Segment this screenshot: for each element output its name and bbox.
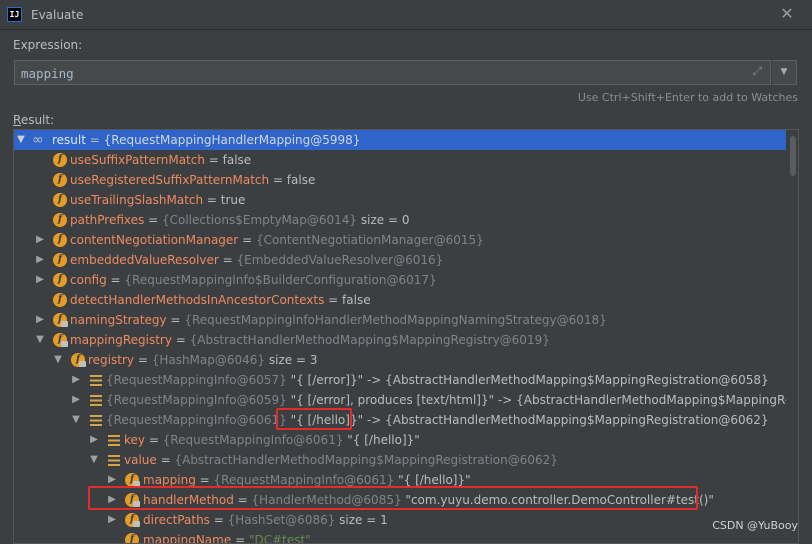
tree-row-field[interactable]: f mappingName = "DC#test" [14,530,786,543]
history-dropdown-button[interactable]: ▼ [772,60,797,85]
field-icon: f [53,273,67,287]
tree-row-field[interactable]: f pathPrefixes = {Collections$EmptyMap@6… [14,210,786,230]
tree-row-map-entry[interactable]: ▶ {RequestMappingInfo@6057} "{ [/error]}… [14,370,786,390]
watermark: CSDN @YuBooy [712,519,798,532]
field-icon: f [53,293,67,307]
tree-row-field[interactable]: ▼ f registry = {HashMap@6046} size = 3 [14,350,786,370]
expression-value[interactable]: mapping [21,66,74,81]
tree-row-field[interactable]: ▼ f mappingRegistry = {AbstractHandlerMe… [14,330,786,350]
chevron-right-icon[interactable]: ▶ [88,430,100,450]
chevron-down-icon[interactable]: ▼ [34,330,46,350]
tree-row-field[interactable]: ▶ f contentNegotiationManager = {Content… [14,230,786,250]
map-entry-icon [90,375,102,386]
tree-row-field[interactable]: ▶ f config = {RequestMappingInfo$Builder… [14,270,786,290]
chevron-right-icon[interactable]: ▶ [34,270,46,290]
tree-row-map-key[interactable]: ▶ key = {RequestMappingInfo@6061} "{ [/h… [14,430,786,450]
field-icon: f [53,313,68,327]
expression-label: Expression: [13,38,83,52]
field-icon: f [53,153,67,167]
tree-row-map-entry[interactable]: ▶ {RequestMappingInfo@6059} "{ [/error],… [14,390,786,410]
chevron-down-icon[interactable]: ▼ [88,450,100,470]
field-icon: f [53,253,67,267]
highlight-box-handler-method [88,486,698,510]
lock-icon [79,361,86,367]
expand-icon[interactable]: ⤢ [752,64,762,79]
close-icon[interactable]: ✕ [777,4,797,24]
field-icon: f [125,513,140,527]
chevron-right-icon[interactable]: ▶ [70,390,82,410]
chevron-right-icon[interactable]: ▶ [34,310,46,330]
scrollbar-thumb[interactable] [790,136,796,176]
intellij-icon: IJ [7,7,22,22]
field-icon: f [71,353,86,367]
chevron-down-icon[interactable]: ▼ [70,410,82,430]
tree-row-result[interactable]: ▼ ∞ result = {RequestMappingHandlerMappi… [14,130,786,150]
tree-scrollbar[interactable] [788,130,798,543]
map-entry-icon [108,455,120,466]
title-bar: IJ Evaluate ✕ [0,0,812,30]
field-icon: f [53,173,67,187]
map-entry-icon [90,395,102,406]
field-icon: f [125,533,139,543]
field-icon: f [53,193,67,207]
result-label: Result: [13,113,55,127]
lock-icon [133,521,140,527]
chevron-right-icon[interactable]: ▶ [34,230,46,250]
tree-row-map-entry[interactable]: ▼ {RequestMappingInfo@6061} "{ [/hello]}… [14,410,786,430]
tree-row-field[interactable]: f useRegisteredSuffixPatternMatch = fals… [14,170,786,190]
window-title: Evaluate [31,8,84,22]
highlight-box-hello-key [276,408,352,430]
expression-input[interactable]: mapping ⤢ [14,60,771,85]
tree-row-field[interactable]: f useSuffixPatternMatch = false [14,150,786,170]
map-entry-icon [108,435,120,446]
object-link-icon: ∞ [32,132,44,148]
field-icon: f [125,473,140,487]
chevron-down-icon[interactable]: ▼ [52,350,64,370]
tree-row-map-value[interactable]: ▼ value = {AbstractHandlerMethodMapping$… [14,450,786,470]
tree-row-field[interactable]: ▶ f namingStrategy = {RequestMappingInfo… [14,310,786,330]
watches-hint: Use Ctrl+Shift+Enter to add to Watches [577,91,798,104]
chevron-down-icon[interactable]: ▼ [15,130,27,150]
chevron-right-icon[interactable]: ▶ [70,370,82,390]
field-icon: f [53,213,67,227]
tree-row-field[interactable]: ▶ f embeddedValueResolver = {EmbeddedVal… [14,250,786,270]
chevron-right-icon[interactable]: ▶ [34,250,46,270]
tree-row-field[interactable]: ▶ f directPaths = {HashSet@6086} size = … [14,510,786,530]
field-icon: f [53,233,67,247]
lock-icon [61,341,68,347]
lock-icon [61,321,68,327]
chevron-right-icon[interactable]: ▶ [106,510,118,530]
result-tree[interactable]: ▼ ∞ result = {RequestMappingHandlerMappi… [13,129,799,544]
tree-row-field[interactable]: f useTrailingSlashMatch = true [14,190,786,210]
map-entry-icon [90,415,102,426]
field-icon: f [53,333,68,347]
tree-row-field[interactable]: f detectHandlerMethodsInAncestorContexts… [14,290,786,310]
